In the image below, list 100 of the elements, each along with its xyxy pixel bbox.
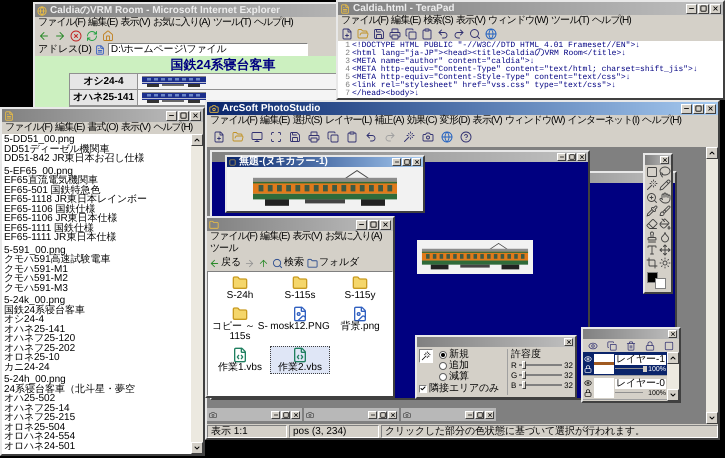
- menu-item[interactable]: ウィンドウ(W): [504, 115, 566, 127]
- minimize-button[interactable]: [271, 410, 280, 418]
- radio-button[interactable]: 新規: [439, 349, 469, 360]
- undo-icon[interactable]: [365, 131, 377, 143]
- menu-item[interactable]: ファイル(F): [340, 15, 390, 27]
- menu-item[interactable]: 表示(V): [120, 122, 152, 134]
- redo-icon[interactable]: [453, 28, 465, 40]
- print-icon[interactable]: [389, 28, 401, 40]
- close-button[interactable]: [380, 220, 391, 230]
- scrollbar[interactable]: [191, 134, 203, 454]
- magic-wand-icon[interactable]: [646, 179, 658, 191]
- menu-item[interactable]: お気に入り(A): [152, 17, 211, 29]
- maximize-button[interactable]: [475, 410, 484, 418]
- close-button[interactable]: [564, 338, 573, 346]
- menu-item[interactable]: ヘルプ(H): [590, 15, 632, 27]
- minimized-window[interactable]: [207, 408, 302, 421]
- menu-item[interactable]: ヘルプ(H): [152, 122, 194, 134]
- sun-icon[interactable]: [658, 257, 670, 269]
- menu-item[interactable]: お気に入り(A): [324, 231, 383, 243]
- maximize-button[interactable]: [378, 410, 387, 418]
- magic-wand-icon[interactable]: [403, 131, 415, 143]
- menu-item[interactable]: ファイル(F): [209, 115, 258, 127]
- monitor-icon[interactable]: [251, 131, 263, 143]
- back-icon[interactable]: [38, 30, 50, 42]
- background-color-swatch[interactable]: [655, 278, 666, 289]
- menu-item[interactable]: 書式(O): [86, 122, 119, 134]
- menu-item[interactable]: ツール(T): [212, 17, 252, 29]
- layer-name-field[interactable]: レイヤー-0: [615, 378, 666, 388]
- search-button[interactable]: 検索: [272, 257, 304, 269]
- file-item[interactable]: mosk12.PNG: [270, 305, 330, 343]
- menu-item[interactable]: 表示(V): [292, 231, 323, 243]
- menu-item[interactable]: ウィンドウ(W): [487, 15, 549, 27]
- file-item[interactable]: S-24h: [210, 274, 270, 302]
- square-icon[interactable]: [664, 340, 674, 350]
- menu-item[interactable]: 編集(E): [259, 231, 291, 243]
- close-button[interactable]: [710, 4, 721, 14]
- layer-name-field[interactable]: レイヤー-1: [615, 354, 666, 364]
- eraser-icon[interactable]: [646, 218, 658, 230]
- folders-button[interactable]: フォルダ: [307, 257, 359, 269]
- radio-button[interactable]: 追加: [439, 360, 469, 371]
- file-item[interactable]: コピー ～ S-115s: [210, 305, 270, 343]
- paste-icon[interactable]: [421, 28, 433, 40]
- browser-icon[interactable]: [485, 28, 497, 40]
- menu-item[interactable]: 編集(E): [259, 115, 291, 127]
- pencil-icon[interactable]: [658, 179, 670, 191]
- save-icon[interactable]: [373, 28, 385, 40]
- menu-item[interactable]: 効果(C): [406, 115, 438, 127]
- file-item[interactable]: 作業1.vbs: [210, 346, 270, 374]
- slider-thumb[interactable]: [643, 366, 648, 372]
- brush-icon[interactable]: [658, 205, 670, 217]
- maximize-button[interactable]: [402, 158, 411, 166]
- droplet-icon[interactable]: [658, 231, 670, 243]
- scrollbar[interactable]: [706, 147, 718, 424]
- lock-icon[interactable]: [645, 340, 656, 350]
- up-folder-icon[interactable]: [258, 258, 269, 268]
- save-icon[interactable]: [289, 131, 301, 143]
- close-button[interactable]: [291, 410, 300, 418]
- menu-item[interactable]: インターネット(I): [566, 115, 640, 127]
- menu-item[interactable]: 選択(S): [292, 115, 323, 127]
- menu-item[interactable]: 表示(V): [454, 15, 486, 27]
- minimize-button[interactable]: [392, 158, 401, 166]
- slider[interactable]: [519, 361, 562, 369]
- new-file-icon[interactable]: [213, 131, 225, 143]
- menu-item[interactable]: 検索(S): [422, 15, 454, 27]
- file-item[interactable]: S-115y: [330, 274, 390, 302]
- maximize-button[interactable]: [281, 410, 290, 418]
- hand-icon[interactable]: [658, 192, 670, 204]
- minimized-window[interactable]: [401, 408, 496, 421]
- print-icon[interactable]: [308, 131, 320, 143]
- eyedropper-icon[interactable]: [646, 205, 658, 217]
- eye-icon[interactable]: [588, 340, 598, 350]
- help-icon[interactable]: [460, 131, 472, 143]
- menu-item[interactable]: ツール(T): [550, 15, 590, 27]
- file-item[interactable]: 作業2.vbs: [270, 346, 330, 374]
- duplicate-icon[interactable]: [606, 340, 617, 350]
- checkbox[interactable]: 隣接エリアのみ: [419, 383, 503, 394]
- menu-item[interactable]: ファイル(F): [37, 17, 86, 29]
- menu-item[interactable]: ファイル(F): [209, 231, 258, 243]
- move-icon[interactable]: [658, 244, 670, 256]
- opacity-slider[interactable]: [615, 390, 648, 396]
- close-button[interactable]: [705, 104, 716, 114]
- text-tool-icon[interactable]: [646, 244, 658, 256]
- slider-thumb[interactable]: [522, 371, 526, 379]
- minimized-window[interactable]: [304, 408, 399, 421]
- crop-icon[interactable]: [646, 257, 658, 269]
- slider[interactable]: [519, 381, 562, 389]
- search-icon[interactable]: [469, 28, 481, 40]
- menu-item[interactable]: ツール: [209, 243, 239, 255]
- stop-icon[interactable]: [70, 30, 82, 42]
- menu-item[interactable]: 変形(D): [438, 115, 471, 127]
- menu-item[interactable]: 編集(E): [87, 17, 119, 29]
- eye-icon[interactable]: [584, 378, 592, 386]
- menu-item[interactable]: ヘルプ(H): [252, 17, 294, 29]
- paint-bucket-icon[interactable]: [658, 218, 670, 230]
- copy-icon[interactable]: [327, 131, 339, 143]
- camera-icon[interactable]: [422, 131, 434, 143]
- minimize-button[interactable]: [356, 220, 367, 230]
- menu-item[interactable]: レイヤー(L): [324, 115, 372, 127]
- slider-thumb[interactable]: [522, 381, 526, 389]
- slider[interactable]: [519, 371, 562, 379]
